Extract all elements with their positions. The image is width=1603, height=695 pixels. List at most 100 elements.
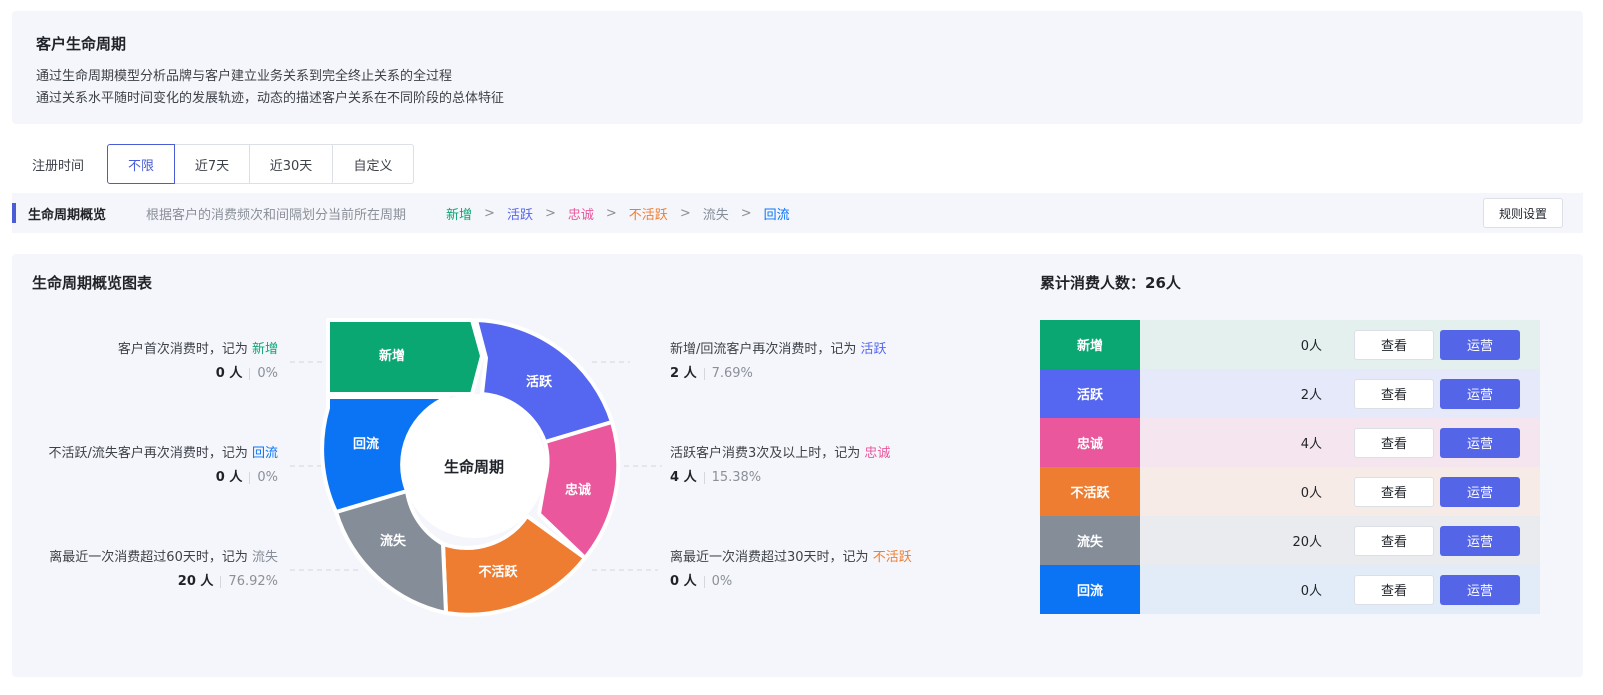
segment-label-active: 活跃 (526, 374, 553, 390)
operate-button[interactable]: 运营 (1440, 427, 1520, 458)
overview-title: 生命周期概览 (28, 207, 107, 223)
chart-panel: 生命周期概览图表 累计消费人数：26人 生命周期 新增 活跃 忠诚 不活跃 流失… (12, 254, 1583, 677)
annotation-text: 离最近一次消费超过30天时，记为 (670, 550, 869, 565)
stat-count: 0人 (1140, 320, 1334, 369)
table-row: 回流 0人 查看 运营 (1040, 565, 1540, 614)
annotation-divider (249, 367, 251, 380)
intro-line-2: 通过关系水平随时间变化的发展轨迹，动态的描述客户关系在不同阶段的总体特征 (36, 91, 505, 106)
table-row: 活跃 2人 查看 运营 (1040, 369, 1540, 418)
annotation-stage: 不活跃 (872, 550, 912, 565)
flow-arrow: > (605, 205, 617, 221)
annotation-divider (249, 471, 251, 484)
view-button[interactable]: 查看 (1354, 329, 1434, 360)
total-consumers: 累计消费人数：26人 (1040, 274, 1181, 292)
intro-line-1: 通过生命周期模型分析品牌与客户建立业务关系到完全终止关系的全过程 (36, 69, 453, 84)
table-row: 新增 0人 查看 运营 (1040, 320, 1540, 369)
overview-bar: 生命周期概览 根据客户的消费频次和间隔划分当前所在周期 新增 > 活跃 > 忠诚… (12, 193, 1583, 233)
filter-option-custom[interactable]: 自定义 (332, 144, 415, 184)
annotation-divider (220, 575, 222, 588)
stat-actions: 查看 运营 (1334, 467, 1540, 516)
stat-count: 0人 (1140, 467, 1334, 516)
annotation-stage: 活跃 (860, 342, 887, 357)
operate-button[interactable]: 运营 (1440, 378, 1520, 409)
annotation-stage: 忠诚 (864, 446, 891, 461)
stat-name: 新增 (1040, 320, 1140, 369)
ring-center-label: 生命周期 (444, 458, 504, 476)
annotation-count: 0 人 (215, 366, 243, 381)
view-button[interactable]: 查看 (1354, 378, 1434, 409)
filter-option-30days[interactable]: 近30天 (249, 144, 334, 184)
annotation-pct: 76.92% (228, 574, 278, 589)
flow-arrow: > (740, 205, 752, 221)
stat-actions: 查看 运营 (1334, 516, 1540, 565)
stat-name: 流失 (1040, 516, 1140, 565)
table-row: 不活跃 0人 查看 运营 (1040, 467, 1540, 516)
segment-label-inactive: 不活跃 (478, 564, 518, 580)
annotation-pct: 7.69% (711, 366, 753, 381)
stat-actions: 查看 运营 (1334, 565, 1540, 614)
view-button[interactable]: 查看 (1354, 574, 1434, 605)
flow-arrow: > (544, 205, 556, 221)
operate-button[interactable]: 运营 (1440, 525, 1520, 556)
annotation-stage: 流失 (251, 550, 278, 565)
annotation-text: 新增/回流客户再次消费时，记为 (670, 342, 857, 357)
flow-stage-inactive: 不活跃 (628, 207, 668, 223)
stat-count: 2人 (1140, 369, 1334, 418)
flow-stage-lost: 流失 (702, 207, 729, 223)
flow-arrow: > (484, 205, 495, 221)
view-button[interactable]: 查看 (1354, 427, 1434, 458)
annotation-text: 活跃客户消费3次及以上时，记为 (670, 446, 861, 461)
annotation-stage: 新增 (251, 342, 278, 357)
annotation-text: 离最近一次消费超过60天时，记为 (49, 550, 248, 565)
annotation-text: 客户首次消费时，记为 (117, 342, 248, 357)
annotation-count: 4 人 (670, 470, 697, 485)
stat-name: 回流 (1040, 565, 1140, 614)
stat-count: 20人 (1140, 516, 1334, 565)
overview-description: 根据客户的消费频次和间隔划分当前所在周期 (146, 207, 407, 223)
stat-name: 活跃 (1040, 369, 1140, 418)
registration-filter: 注册时间 不限 近7天 近30天 自定义 (32, 144, 415, 184)
operate-button[interactable]: 运营 (1440, 329, 1520, 360)
intro-panel: 客户生命周期 通过生命周期模型分析品牌与客户建立业务关系到完全终止关系的全过程 … (12, 11, 1583, 124)
stat-name: 不活跃 (1040, 467, 1140, 516)
annotation-new: 客户首次消费时，记为 新增 0 人 0% (118, 338, 278, 386)
annotation-return: 不活跃/流失客户再次消费时，记为 回流 0 人 0% (48, 442, 278, 490)
page-title: 客户生命周期 (36, 35, 127, 53)
view-button[interactable]: 查看 (1354, 476, 1434, 507)
stat-actions: 查看 运营 (1334, 369, 1540, 418)
annotation-divider (703, 575, 705, 588)
annotation-active: 新增/回流客户再次消费时，记为 活跃 2 人 7.69% (670, 338, 887, 386)
stat-actions: 查看 运营 (1334, 320, 1540, 369)
operate-button[interactable]: 运营 (1440, 574, 1520, 605)
annotation-divider (703, 471, 705, 484)
annotation-lost: 离最近一次消费超过60天时，记为 流失 20 人 76.92% (49, 546, 278, 594)
stat-actions: 查看 运营 (1334, 418, 1540, 467)
annotation-stage: 回流 (251, 446, 278, 461)
lifecycle-stats-table: 新增 0人 查看 运营 活跃 2人 查看 运营 忠诚 4人 查看 运营 不活跃 0人 … (1040, 320, 1540, 614)
filter-label: 注册时间 (32, 158, 85, 174)
filter-option-7days[interactable]: 近7天 (174, 144, 251, 184)
annotation-pct: 15.38% (711, 470, 762, 485)
stat-count: 4人 (1140, 418, 1334, 467)
segment-label-new: 新增 (379, 348, 405, 364)
flow-arrow: > (679, 205, 691, 221)
filter-option-all[interactable]: 不限 (107, 144, 176, 184)
stat-count: 0人 (1140, 565, 1334, 614)
flow-stage-new: 新增 (446, 207, 473, 223)
flow-stage-active: 活跃 (506, 207, 533, 223)
annotation-pct: 0% (257, 366, 278, 381)
lifecycle-flow: 新增 > 活跃 > 忠诚 > 不活跃 > 流失 > 回流 (446, 204, 790, 223)
view-button[interactable]: 查看 (1354, 525, 1434, 556)
table-row: 流失 20人 查看 运营 (1040, 516, 1540, 565)
rule-settings-button[interactable]: 规则设置 (1483, 198, 1563, 228)
time-range-segment: 不限 近7天 近30天 自定义 (107, 144, 415, 184)
annotation-loyal: 活跃客户消费3次及以上时，记为 忠诚 4 人 15.38% (670, 442, 890, 490)
section-accent (12, 203, 16, 223)
annotation-inactive: 离最近一次消费超过30天时，记为 不活跃 0 人 0% (670, 546, 912, 594)
segment-label-loyal: 忠诚 (565, 482, 591, 498)
annotation-count: 0 人 (215, 470, 243, 485)
annotation-count: 0 人 (670, 574, 697, 589)
flow-stage-return: 回流 (763, 207, 790, 223)
operate-button[interactable]: 运营 (1440, 476, 1520, 507)
segment-label-return: 回流 (353, 436, 379, 452)
